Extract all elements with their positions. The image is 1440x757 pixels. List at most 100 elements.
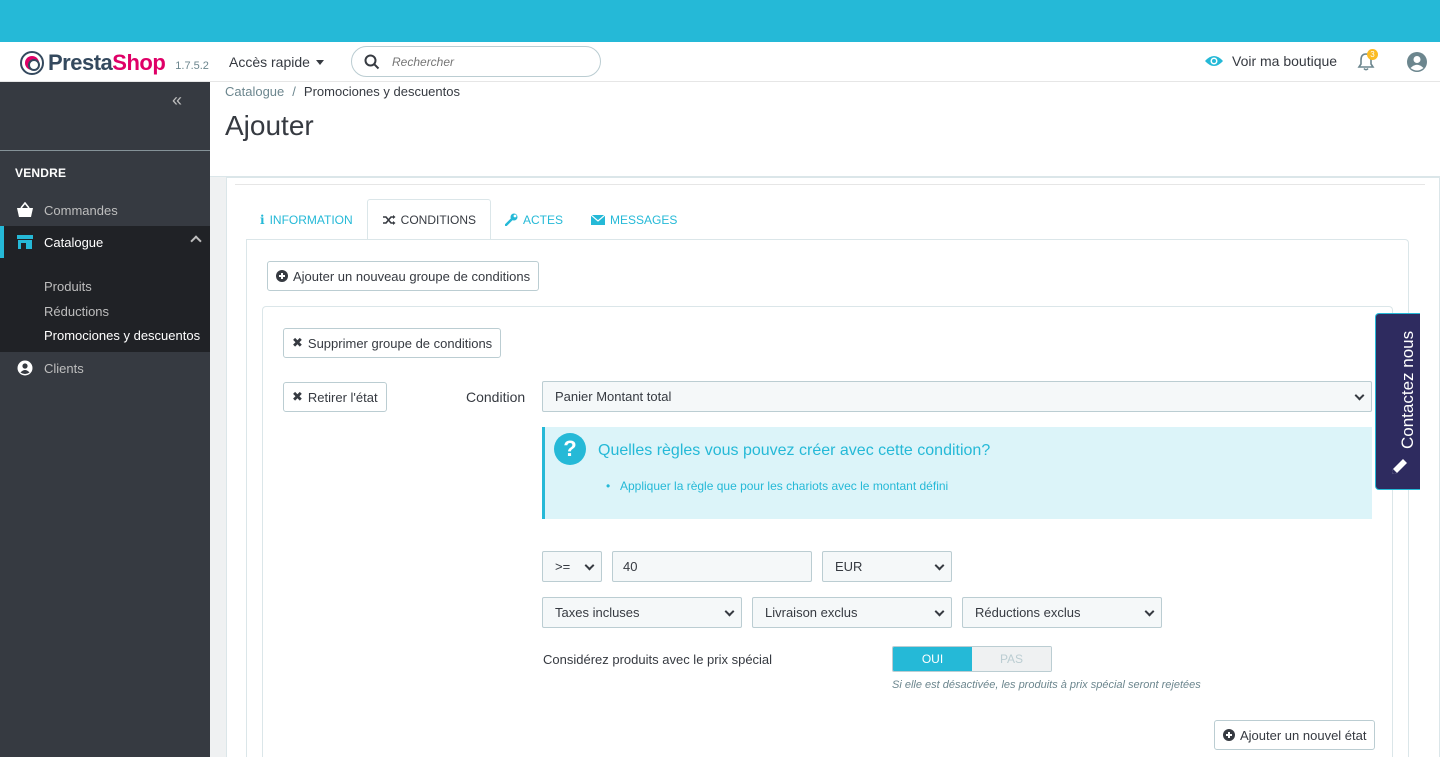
button-label: Retirer l'état <box>307 389 378 405</box>
chevron-down-icon <box>1144 606 1155 617</box>
search-icon[interactable] <box>352 54 392 70</box>
chevron-down-icon <box>1354 390 1365 401</box>
top-color-strip <box>0 0 1440 42</box>
chevron-up-icon <box>190 235 202 247</box>
user-account-icon[interactable] <box>1406 51 1428 73</box>
store-icon <box>16 233 34 251</box>
sidebar: « VENDRE Commandes Catalogue Produits Ré… <box>0 82 210 757</box>
info-icon: i <box>260 212 265 227</box>
search-input[interactable] <box>392 54 582 69</box>
tab-bar: i INFORMATION CONDITIONS ACTES MESSAGES <box>246 199 691 240</box>
quick-access-label: Accès rapide <box>229 54 310 70</box>
condition-select[interactable]: Panier Montant total <box>542 381 1372 412</box>
select-value: Réductions exclus <box>975 605 1081 620</box>
sidebar-divider <box>0 150 210 151</box>
panel-divider <box>235 184 1425 185</box>
select-value: >= <box>555 559 571 574</box>
quick-access-dropdown[interactable]: Accès rapide <box>229 54 324 70</box>
info-alert: ? Quelles règles vous pouvez créer avec … <box>542 427 1372 519</box>
tab-label: INFORMATION <box>269 212 353 227</box>
question-circle-icon: ? <box>554 433 586 465</box>
breadcrumb-current: Promociones y descuentos <box>303 84 460 99</box>
sidebar-item-clients[interactable]: Clients <box>0 352 210 384</box>
tab-label: MESSAGES <box>610 212 678 227</box>
submenu-item-promotions[interactable]: Promociones y descuentos <box>44 328 200 343</box>
toggle-help-text: Si elle est désactivée, les produits à p… <box>892 679 1201 691</box>
toggle-yes[interactable]: OUI <box>893 647 972 671</box>
basket-icon <box>16 201 34 219</box>
brand-name: PrestaShop <box>48 50 166 75</box>
delete-condition-group-button[interactable]: ✖ Supprimer groupe de conditions <box>283 328 502 358</box>
sidebar-item-label: Catalogue <box>44 234 104 250</box>
select-value: EUR <box>835 559 863 574</box>
select-value: Panier Montant total <box>555 389 672 404</box>
amount-input[interactable]: 40 <box>612 551 812 582</box>
chevron-down-icon <box>724 606 735 617</box>
button-label: Ajouter un nouvel état <box>1240 727 1367 743</box>
close-icon: ✖ <box>292 335 303 350</box>
header-bar: PrestaShop 1.7.5.2 Accès rapide Voir ma … <box>0 42 1440 82</box>
notification-badge: 3 <box>1367 49 1378 60</box>
submenu-item-products[interactable]: Produits <box>44 279 92 294</box>
select-value: Livraison exclus <box>765 605 858 620</box>
chevron-down-icon <box>934 560 945 571</box>
condition-group <box>262 306 1393 757</box>
sidebar-item-catalogue[interactable]: Catalogue <box>0 226 210 258</box>
logo[interactable]: PrestaShop 1.7.5.2 <box>20 50 209 76</box>
search-box[interactable] <box>351 46 601 77</box>
sidebar-section-title: VENDRE <box>15 166 67 180</box>
wrench-icon <box>505 213 518 226</box>
tab-label: CONDITIONS <box>400 212 477 227</box>
collapse-sidebar-icon[interactable]: « <box>172 90 182 111</box>
envelope-icon <box>591 214 606 225</box>
operator-select[interactable]: >= <box>542 551 602 582</box>
prestashop-logo-icon <box>20 51 44 75</box>
special-price-label: Considérez produits avec le prix spécial <box>543 652 773 667</box>
tab-label: ACTES <box>523 212 564 227</box>
submenu-item-reductions[interactable]: Réductions <box>44 304 109 319</box>
contact-us-tab[interactable]: Contactez nous <box>1375 313 1420 490</box>
taxes-select[interactable]: Taxes incluses <box>542 597 742 628</box>
select-value: Taxes incluses <box>555 605 640 620</box>
currency-select[interactable]: EUR <box>822 551 952 582</box>
tab-information[interactable]: i INFORMATION <box>246 199 367 240</box>
page-header: Catalogue / Promociones y descuentos Ajout… <box>210 82 1440 177</box>
input-value: 40 <box>623 559 638 574</box>
remove-state-button[interactable]: ✖ Retirer l'état <box>283 382 387 412</box>
version-label: 1.7.5.2 <box>175 60 209 72</box>
view-shop-link[interactable]: Voir ma boutique <box>1204 53 1337 69</box>
page-title: Ajouter <box>225 110 314 141</box>
contact-us-label: Contactez nous <box>1398 330 1417 449</box>
special-price-toggle[interactable]: OUI PAS <box>892 646 1052 672</box>
sidebar-item-label: Clients <box>44 360 84 376</box>
shipping-select[interactable]: Livraison exclus <box>752 597 952 628</box>
close-icon: ✖ <box>292 389 303 404</box>
breadcrumb: Catalogue / Promociones y descuentos <box>225 84 460 99</box>
chevron-down-icon <box>584 560 595 571</box>
chevron-down-icon <box>934 606 945 617</box>
tab-conditions[interactable]: CONDITIONS <box>366 199 492 240</box>
pencil-icon <box>1392 459 1407 474</box>
eye-icon <box>1205 56 1223 66</box>
plus-circle-icon <box>1223 729 1235 741</box>
add-condition-group-button[interactable]: Ajouter un nouveau groupe de conditions <box>267 261 540 291</box>
shuffle-icon <box>382 214 396 225</box>
sidebar-item-label: Commandes <box>44 202 118 218</box>
condition-label: Condition <box>466 389 526 405</box>
catalogue-submenu: Produits Réductions Promociones y descue… <box>0 258 210 352</box>
button-label: Ajouter un nouveau groupe de conditions <box>293 268 531 284</box>
caret-down-icon <box>315 59 324 65</box>
add-state-button[interactable]: Ajouter un nouvel état <box>1214 720 1376 750</box>
toggle-no[interactable]: PAS <box>972 647 1051 671</box>
reductions-select[interactable]: Réductions exclus <box>962 597 1162 628</box>
breadcrumb-parent[interactable]: Catalogue <box>225 84 284 99</box>
view-shop-label: Voir ma boutique <box>1232 53 1338 69</box>
plus-circle-icon <box>276 270 288 282</box>
sidebar-item-orders[interactable]: Commandes <box>0 194 210 226</box>
info-list-item: Appliquer la règle que pour les chariots… <box>606 479 948 493</box>
user-icon <box>16 359 34 377</box>
tab-messages[interactable]: MESSAGES <box>577 199 691 240</box>
button-label: Supprimer groupe de conditions <box>307 335 493 351</box>
tab-actions[interactable]: ACTES <box>491 199 577 240</box>
info-title: Quelles règles vous pouvez créer avec ce… <box>598 442 991 459</box>
